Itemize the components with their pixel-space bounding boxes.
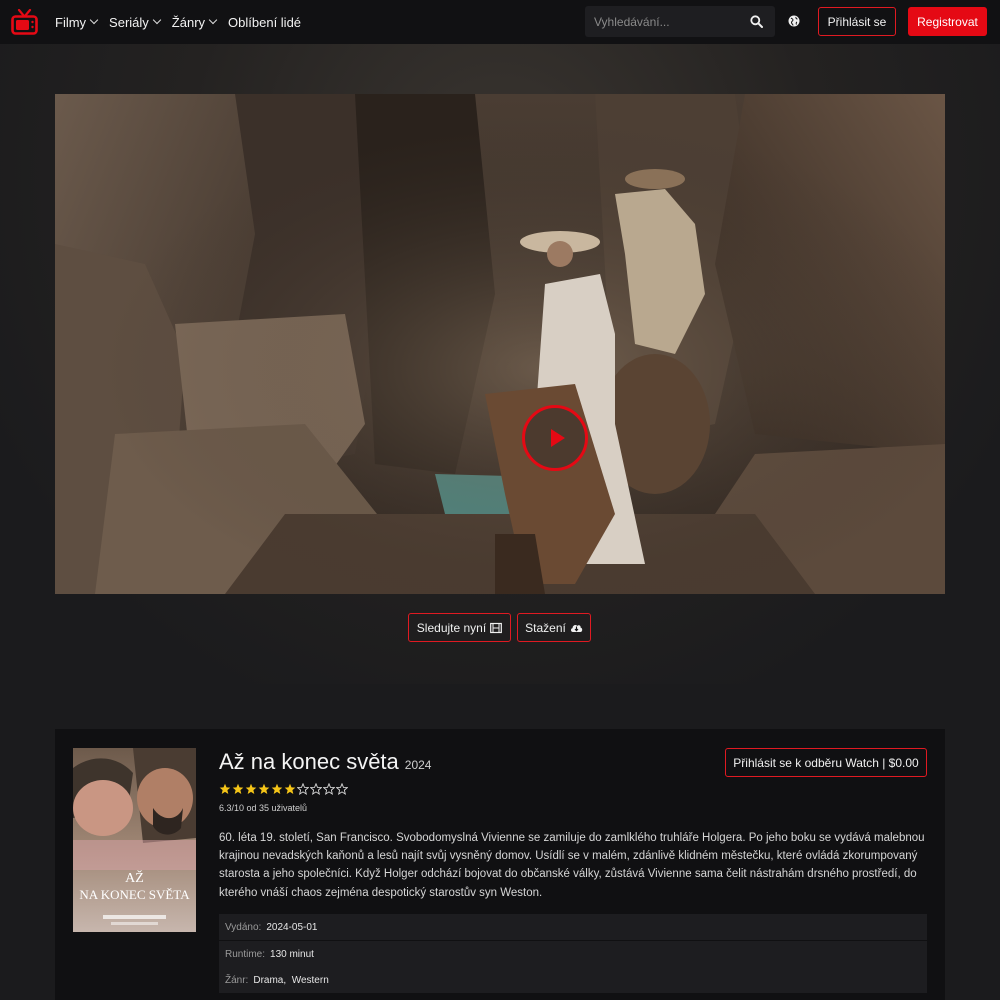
video-still-image (55, 94, 945, 594)
login-button[interactable]: Přihlásit se (818, 7, 896, 36)
search-box (585, 6, 775, 37)
cloud-download-icon (570, 624, 583, 632)
star-filled-icon (271, 783, 283, 794)
chevron-down-icon (208, 15, 218, 25)
star-filled-icon (258, 783, 270, 794)
navbar: Filmy Seriály Žánry Oblíbení lidé Přihlá… (0, 0, 1000, 44)
video-player[interactable] (55, 94, 945, 594)
globe-icon[interactable] (788, 15, 800, 27)
tv-logo-icon[interactable] (11, 9, 38, 35)
play-button[interactable] (522, 405, 588, 471)
star-empty-icon (310, 783, 322, 795)
play-icon (551, 429, 565, 447)
movie-description: 60. léta 19. století, San Francisco. Svo… (219, 832, 925, 899)
poster-title-line2: NA KONEC SVĚTA (79, 887, 190, 902)
menu-item-label: Filmy (55, 14, 87, 30)
rating-stars (219, 783, 348, 795)
movie-info-card: AŽ NA KONEC SVĚTA Až na konec světa 2024… (55, 729, 945, 1000)
chevron-down-icon (89, 15, 99, 25)
genre-separator: , (283, 974, 292, 986)
menu-item-filmy[interactable]: Filmy (55, 14, 99, 30)
genre-link-drama[interactable]: Drama (253, 975, 283, 986)
movie-year: 2024 (404, 758, 432, 772)
runtime-value: 130 minut (270, 948, 314, 960)
menu-item-label: Žánry (171, 14, 206, 30)
main-menu: Filmy Seriály Žánry Oblíbení lidé (55, 0, 301, 44)
movie-title: Až na konec světa (219, 749, 399, 774)
film-icon (490, 622, 503, 633)
star-filled-icon (232, 783, 244, 794)
star-empty-icon (323, 783, 335, 795)
star-filled-icon (284, 783, 296, 794)
menu-item-label: Seriály (109, 14, 149, 30)
star-filled-icon (219, 783, 231, 794)
star-empty-icon (336, 783, 348, 795)
chevron-down-icon (152, 15, 162, 25)
release-date-value: 2024-05-01 (266, 921, 318, 933)
subscribe-watch-button[interactable]: Přihlásit se k odběru Watch | $0.00 (725, 748, 927, 777)
menu-item-oblibeni-lide[interactable]: Oblíbení lidé (228, 15, 301, 30)
register-button[interactable]: Registrovat (908, 7, 987, 36)
search-icon[interactable] (750, 15, 763, 28)
poster-title-line1: AŽ (125, 869, 144, 886)
movie-poster[interactable]: AŽ NA KONEC SVĚTA (73, 748, 196, 932)
runtime-label: Runtime: (225, 948, 266, 960)
download-label: Stažení (525, 620, 566, 635)
release-date-label: Vydáno: (225, 921, 262, 933)
menu-item-zanry[interactable]: Žánry (171, 14, 218, 30)
watch-now-button[interactable]: Sledujte nyní (408, 613, 511, 642)
runtime-row: Runtime: 130 minut (219, 941, 927, 967)
rating-text: 6.3/10 od 35 uživatelů (219, 803, 308, 813)
genre-link-western[interactable]: Western (292, 975, 329, 986)
search-input[interactable] (585, 14, 735, 29)
genre-row: Žánr: Drama , Western (219, 967, 927, 993)
title-row: Až na konec světa 2024 (219, 749, 431, 775)
download-button[interactable]: Stažení (517, 613, 591, 642)
star-filled-icon (245, 783, 257, 794)
star-empty-icon (297, 783, 309, 795)
release-date-row: Vydáno: 2024-05-01 (219, 914, 927, 940)
menu-item-serialy[interactable]: Seriály (109, 14, 162, 30)
menu-item-label: Oblíbení lidé (228, 14, 302, 30)
poster-image: AŽ NA KONEC SVĚTA (73, 748, 196, 932)
genre-label: Žánr: (225, 974, 249, 986)
watch-now-label: Sledujte nyní (416, 620, 487, 635)
